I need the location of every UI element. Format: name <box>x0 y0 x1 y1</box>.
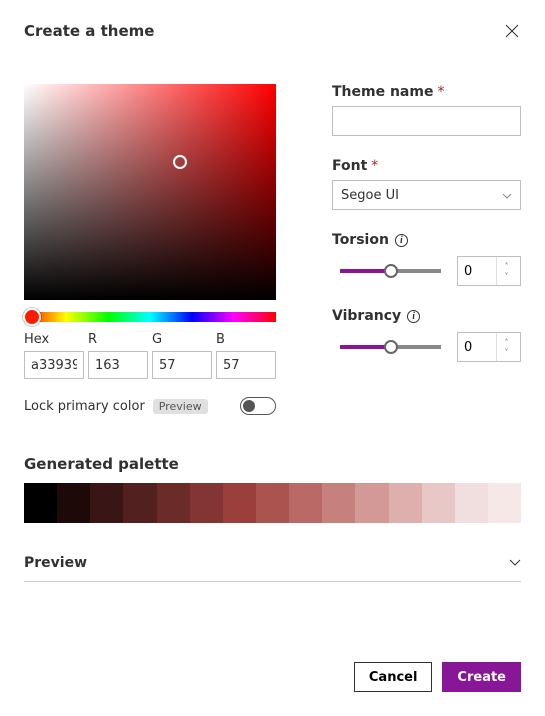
torsion-input[interactable] <box>458 257 496 285</box>
slider-thumb[interactable] <box>384 264 398 278</box>
palette-swatch[interactable] <box>488 483 521 523</box>
palette-swatch[interactable] <box>90 483 123 523</box>
palette-swatch[interactable] <box>256 483 289 523</box>
close-icon <box>505 24 519 38</box>
theme-name-input[interactable] <box>332 106 521 136</box>
g-input[interactable] <box>152 351 212 379</box>
b-input[interactable] <box>216 351 276 379</box>
preview-label: Preview <box>24 555 87 571</box>
palette-swatch[interactable] <box>355 483 388 523</box>
chevron-down-icon: ˅ <box>505 272 509 281</box>
r-label: R <box>88 332 148 347</box>
palette-swatch[interactable] <box>190 483 223 523</box>
vibrancy-slider[interactable] <box>340 345 441 349</box>
chevron-down-icon: ˅ <box>505 348 509 357</box>
palette-swatch[interactable] <box>289 483 322 523</box>
vibrancy-stepper[interactable]: ˄ ˅ <box>496 333 516 361</box>
font-label: Font <box>332 158 367 174</box>
chevron-up-icon: ˄ <box>505 338 509 347</box>
hex-label: Hex <box>24 332 84 347</box>
required-marker: * <box>437 84 444 100</box>
vibrancy-label: Vibrancy <box>332 308 401 324</box>
preview-expander[interactable]: Preview <box>24 545 521 582</box>
hex-input[interactable] <box>24 351 84 379</box>
info-icon[interactable]: i <box>395 234 408 247</box>
info-icon[interactable]: i <box>407 310 420 323</box>
chevron-down-icon <box>502 188 512 203</box>
palette-strip <box>24 483 521 523</box>
palette-swatch[interactable] <box>389 483 422 523</box>
generated-palette-title: Generated palette <box>24 455 521 473</box>
close-button[interactable] <box>503 22 521 44</box>
chevron-down-icon <box>509 555 521 571</box>
slider-thumb[interactable] <box>384 340 398 354</box>
palette-swatch[interactable] <box>24 483 57 523</box>
create-button[interactable]: Create <box>442 662 521 692</box>
palette-swatch[interactable] <box>455 483 488 523</box>
torsion-label: Torsion <box>332 232 389 248</box>
torsion-slider[interactable] <box>340 269 441 273</box>
palette-swatch[interactable] <box>223 483 256 523</box>
r-input[interactable] <box>88 351 148 379</box>
palette-swatch[interactable] <box>123 483 156 523</box>
dialog-title: Create a theme <box>24 22 154 40</box>
font-value: Segoe UI <box>341 188 399 203</box>
required-marker: * <box>371 158 378 174</box>
preview-badge: Preview <box>153 399 208 414</box>
g-label: G <box>152 332 212 347</box>
lock-primary-label: Lock primary color <box>24 399 145 414</box>
torsion-stepper[interactable]: ˄ ˅ <box>496 257 516 285</box>
palette-swatch[interactable] <box>57 483 90 523</box>
hue-thumb[interactable] <box>23 308 41 326</box>
b-label: B <box>216 332 276 347</box>
palette-swatch[interactable] <box>157 483 190 523</box>
palette-swatch[interactable] <box>322 483 355 523</box>
color-saturation-area[interactable] <box>24 84 276 300</box>
chevron-up-icon: ˄ <box>505 262 509 271</box>
vibrancy-input[interactable] <box>458 333 496 361</box>
theme-name-label: Theme name <box>332 84 433 100</box>
cancel-button[interactable]: Cancel <box>354 662 433 692</box>
hue-slider[interactable] <box>24 312 276 322</box>
palette-swatch[interactable] <box>422 483 455 523</box>
color-picker-cursor[interactable] <box>173 155 187 169</box>
font-dropdown[interactable]: Segoe UI <box>332 180 521 210</box>
lock-primary-toggle[interactable] <box>240 397 276 415</box>
